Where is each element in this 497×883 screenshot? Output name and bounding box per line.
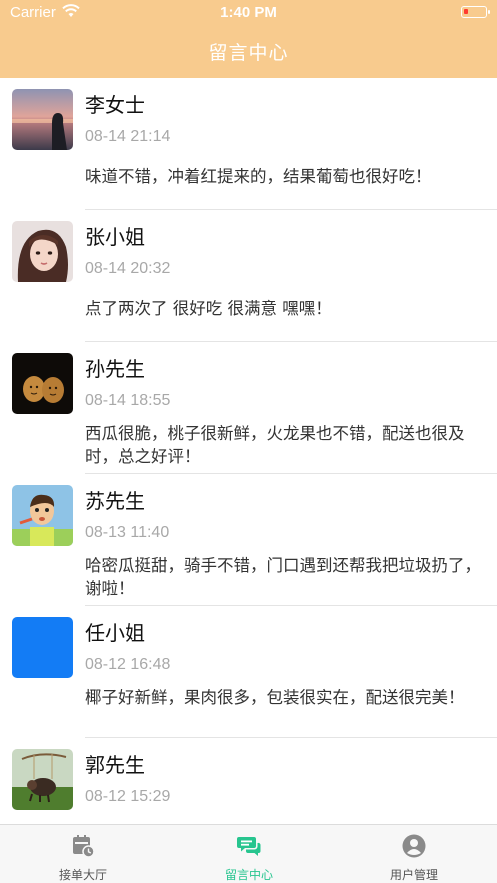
- avatar[interactable]: [12, 617, 73, 678]
- message-text: 哈密瓜挺甜，骑手不错，门口遇到还帮我把垃圾扔了，谢啦！: [85, 556, 481, 598]
- calendar-clock-icon: [73, 835, 95, 858]
- message-list[interactable]: 李女士 08-14 21:14 味道不错，冲着红提来的，结果葡萄也很好吃！ 张小…: [0, 78, 497, 824]
- avatar[interactable]: [12, 89, 73, 150]
- avatar[interactable]: [12, 485, 73, 546]
- sender-name: 李女士: [85, 93, 145, 117]
- sender-name: 任小姐: [85, 621, 145, 645]
- tab-user-management[interactable]: 用户管理: [331, 825, 497, 883]
- status-bar: Carrier 1:40 PM: [0, 0, 497, 26]
- battery-low-icon: [461, 6, 490, 18]
- message-text: 点了两次了 很好吃 很满意 嘿嘿！: [85, 299, 332, 318]
- message-item[interactable]: 李女士 08-14 21:14 味道不错，冲着红提来的，结果葡萄也很好吃！: [0, 78, 497, 210]
- tab-label: 接单大厅: [58, 868, 107, 882]
- pig-swing-photo: [12, 749, 73, 810]
- message-item[interactable]: 任小姐 08-12 16:48 椰子好新鲜，果肉很多，包装很实在，配送很完美！: [0, 606, 497, 738]
- app-screen: Carrier 1:40 PM 留言中心 李女士 08-14 21:14 味道不…: [0, 0, 497, 883]
- message-time: 08-13 11:40: [85, 524, 170, 541]
- sender-name: 郭先生: [85, 753, 145, 777]
- tab-label: 留言中心: [224, 868, 273, 882]
- tab-label: 用户管理: [389, 868, 438, 882]
- message-item[interactable]: 苏先生 08-13 11:40 哈密瓜挺甜，骑手不错，门口遇到还帮我把垃圾扔了，…: [0, 474, 497, 606]
- tab-message-center[interactable]: 留言中心: [166, 825, 332, 883]
- blue-square-avatar: [12, 617, 73, 678]
- avatar[interactable]: [12, 749, 73, 810]
- message-time: 08-12 16:48: [85, 656, 171, 673]
- sender-name: 苏先生: [85, 489, 145, 513]
- message-item[interactable]: 孙先生 08-14 18:55 西瓜很脆，桃子很新鲜，火龙果也不错，配送也很及时…: [0, 342, 497, 474]
- avatar[interactable]: [12, 221, 73, 282]
- chat-bubbles-icon: [237, 837, 261, 856]
- message-time: 08-12 15:29: [85, 788, 171, 805]
- message-item[interactable]: 张小姐 08-14 20:32 点了两次了 很好吃 很满意 嘿嘿！: [0, 210, 497, 342]
- sender-name: 孙先生: [85, 357, 145, 381]
- message-time: 08-14 21:14: [85, 128, 171, 145]
- page-title: 留言中心: [208, 42, 289, 64]
- status-time: 1:40 PM: [220, 4, 277, 21]
- sender-name: 张小姐: [85, 225, 145, 249]
- tab-order-hall[interactable]: 接单大厅: [0, 825, 166, 883]
- tab-bar: 接单大厅 留言中心 用户管理: [0, 824, 497, 883]
- message-text: 西瓜很脆，桃子很新鲜，火龙果也不错，配送也很及时，总之好评！: [85, 424, 465, 466]
- message-text: 味道不错，冲着红提来的，结果葡萄也很好吃！: [85, 167, 432, 186]
- message-time: 08-14 18:55: [85, 392, 171, 409]
- two-eggs-photo: [12, 353, 73, 414]
- user-circle-icon: [402, 834, 426, 858]
- sunset-silhouette-photo: [12, 89, 73, 150]
- girl-portrait-photo: [12, 221, 73, 282]
- message-item[interactable]: 郭先生 08-12 15:29: [0, 738, 497, 824]
- message-text: 椰子好新鲜，果肉很多，包装很实在，配送很完美！: [85, 688, 465, 707]
- navigation-header: Carrier 1:40 PM 留言中心: [0, 0, 497, 78]
- message-time: 08-14 20:32: [85, 260, 171, 277]
- cartoon-man-photo: [12, 485, 73, 546]
- avatar[interactable]: [12, 353, 73, 414]
